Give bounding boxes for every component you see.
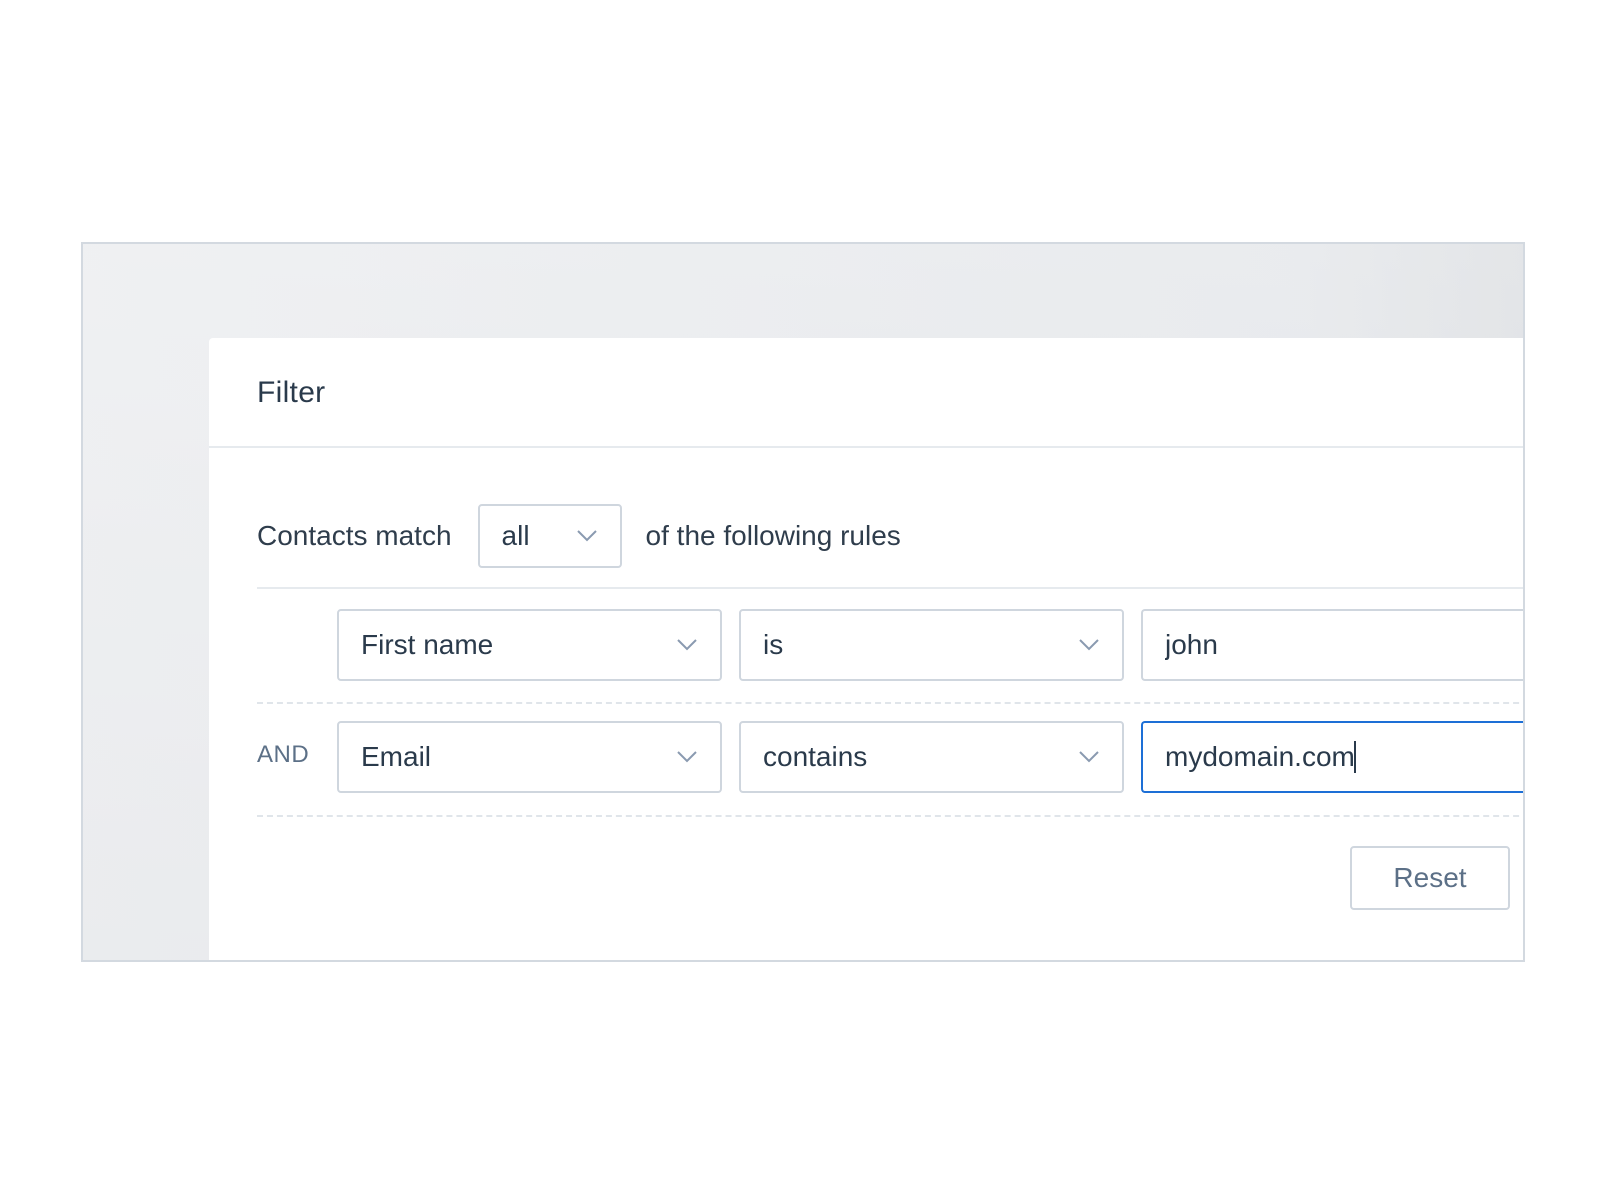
rule-operator-select[interactable]: contains xyxy=(739,721,1124,793)
rule-operator-value: contains xyxy=(763,741,868,772)
match-mode-value: all xyxy=(501,520,530,551)
rule-operator-select[interactable]: is xyxy=(739,609,1124,681)
chevron-down-icon xyxy=(576,530,597,542)
match-mode-select[interactable]: all xyxy=(477,504,622,568)
chevron-down-icon xyxy=(1079,639,1099,651)
match-row: Contacts match all of the following rule… xyxy=(257,504,901,568)
match-label: Contacts match xyxy=(257,520,452,551)
rule-field-select[interactable]: First name xyxy=(337,609,722,681)
panel-title: Filter xyxy=(257,376,326,409)
chevron-down-icon xyxy=(677,751,697,763)
match-suffix: of the following rules xyxy=(645,520,901,551)
app-window: Filter Contacts match all of the followi… xyxy=(81,242,1525,962)
rule-row: First name is xyxy=(257,609,1523,681)
text-cursor xyxy=(1354,741,1356,773)
rule-field-value: First name xyxy=(361,629,494,660)
rule-field-value: Email xyxy=(361,741,432,772)
rule-field-select[interactable]: Email xyxy=(337,721,722,793)
rule-divider xyxy=(257,815,1523,817)
chevron-down-icon xyxy=(1079,751,1099,763)
rule-conjunction: AND xyxy=(257,741,310,768)
filter-panel: Filter Contacts match all of the followi… xyxy=(209,338,1523,960)
rule-value-input[interactable] xyxy=(1141,721,1523,793)
rule-divider xyxy=(257,702,1523,704)
reset-button[interactable]: Reset xyxy=(1350,846,1510,910)
rule-row: AND Email contains xyxy=(257,721,1523,793)
rule-value-input[interactable] xyxy=(1141,609,1523,681)
chevron-down-icon xyxy=(677,639,697,651)
divider xyxy=(257,587,1523,589)
rule-operator-value: is xyxy=(763,629,784,660)
panel-header: Filter xyxy=(209,338,1523,448)
